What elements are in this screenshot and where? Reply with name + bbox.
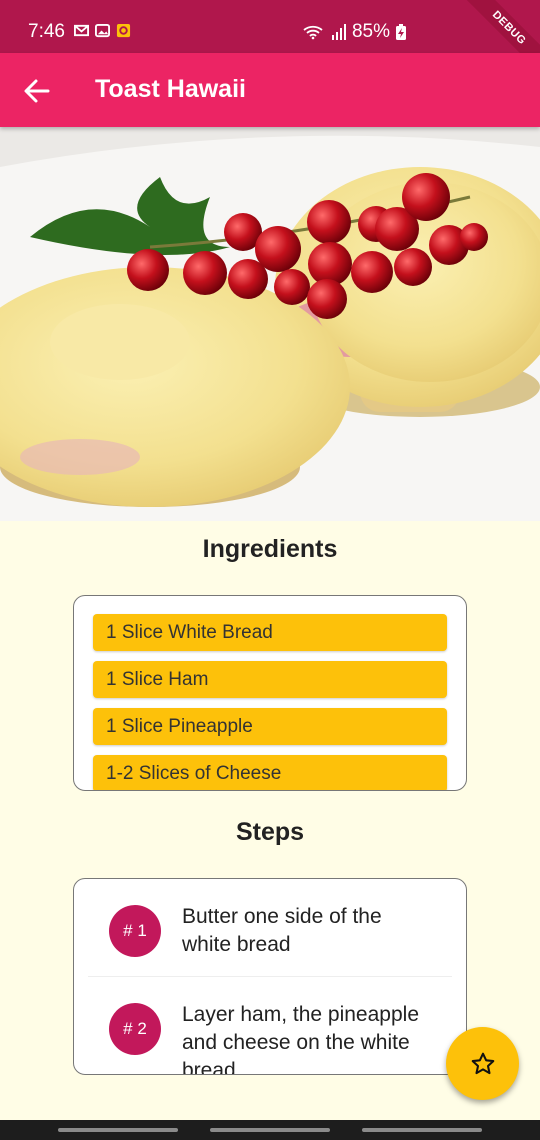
battery-percent: 85%	[351, 21, 390, 42]
nav-home-pill[interactable]	[210, 1128, 330, 1132]
system-nav-bar	[0, 1120, 540, 1140]
toast-hawaii-photo	[0, 127, 540, 521]
steps-heading: Steps	[235, 818, 305, 846]
ingredient-item: 1 Slice Ham	[93, 661, 447, 698]
status-time: 7:46	[28, 21, 65, 42]
signal-icon	[331, 24, 346, 40]
step-item: # 1 Butter one side of the white bread	[88, 879, 452, 977]
app-bar: Toast Hawaii	[0, 53, 540, 127]
app-notification-icon	[116, 23, 131, 38]
status-right: 85%	[302, 21, 406, 43]
battery-charging-icon	[396, 24, 406, 40]
notification-icons	[74, 23, 131, 38]
ingredient-item: 1-2 Slices of Cheese	[93, 755, 447, 790]
gmail-icon	[74, 24, 89, 37]
nav-back-pill[interactable]	[58, 1128, 178, 1132]
ingredient-item: 1 Slice Pineapple	[93, 708, 447, 745]
recipe-image	[0, 127, 540, 521]
step-number-badge: # 2	[109, 1003, 161, 1055]
step-number-badge: # 1	[109, 905, 161, 957]
nav-recents-pill[interactable]	[362, 1128, 482, 1132]
star-outline-icon	[471, 1052, 494, 1074]
status-bar: 7:46 85% DEBUG	[0, 0, 540, 82]
ingredients-heading: Ingredients	[202, 535, 338, 563]
wifi-icon	[303, 25, 323, 40]
steps-list[interactable]: # 1 Butter one side of the white bread #…	[73, 878, 467, 1075]
page-title: Toast Hawaii	[95, 75, 246, 103]
favorite-button[interactable]	[446, 1027, 519, 1100]
step-text: Butter one side of the white bread	[182, 905, 382, 956]
step-text: Layer ham, the pineapple and cheese on t…	[182, 1003, 419, 1075]
back-arrow-icon[interactable]	[22, 77, 52, 105]
gallery-icon	[95, 23, 110, 38]
step-item: # 2 Layer ham, the pineapple and cheese …	[88, 977, 452, 1075]
ingredient-item: 1 Slice White Bread	[93, 614, 447, 651]
ingredients-list[interactable]: 1 Slice White Bread 1 Slice Ham 1 Slice …	[73, 595, 467, 791]
